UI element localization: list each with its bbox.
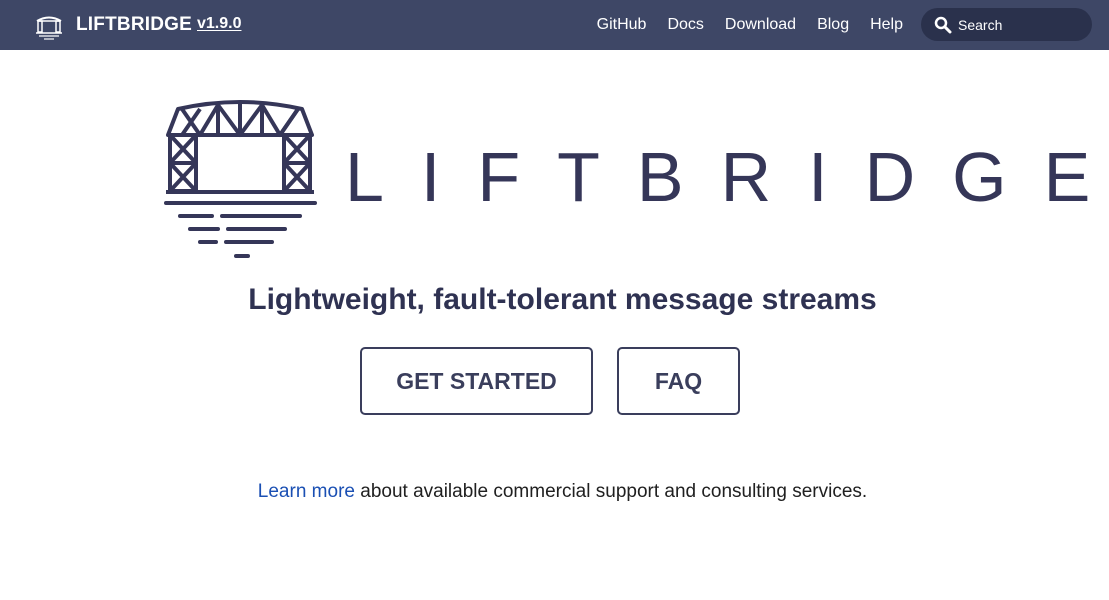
search-box[interactable] (921, 8, 1092, 41)
search-input[interactable] (958, 16, 1088, 33)
nav-link-help[interactable]: Help (870, 16, 903, 34)
nav-links: GitHub Docs Download Blog Help (576, 0, 903, 50)
support-text: Learn more about available commercial su… (0, 481, 1109, 503)
nav-link-docs[interactable]: Docs (667, 16, 703, 34)
nav-link-blog[interactable]: Blog (817, 16, 849, 34)
top-navbar: LIFTBRIDGE v1.9.0 GitHub Docs Download B… (0, 0, 1109, 50)
brand-home-link[interactable]: LIFTBRIDGE (34, 10, 192, 40)
nav-link-download[interactable]: Download (725, 16, 796, 34)
version-link[interactable]: v1.9.0 (197, 15, 241, 33)
nav-link-github[interactable]: GitHub (597, 16, 647, 34)
brand-title: LIFTBRIDGE (76, 14, 192, 35)
lift-bridge-icon (164, 100, 317, 258)
learn-more-link[interactable]: Learn more (258, 481, 355, 502)
hero-wordmark: LIFTBRIDGE (345, 138, 1109, 216)
support-description: about available commercial support and c… (354, 481, 868, 502)
tagline: Lightweight, fault-tolerant message stre… (248, 283, 877, 316)
faq-button[interactable]: FAQ (617, 347, 740, 415)
get-started-button[interactable]: GET STARTED (360, 347, 593, 415)
lift-bridge-icon (36, 16, 62, 40)
search-icon (934, 16, 952, 33)
